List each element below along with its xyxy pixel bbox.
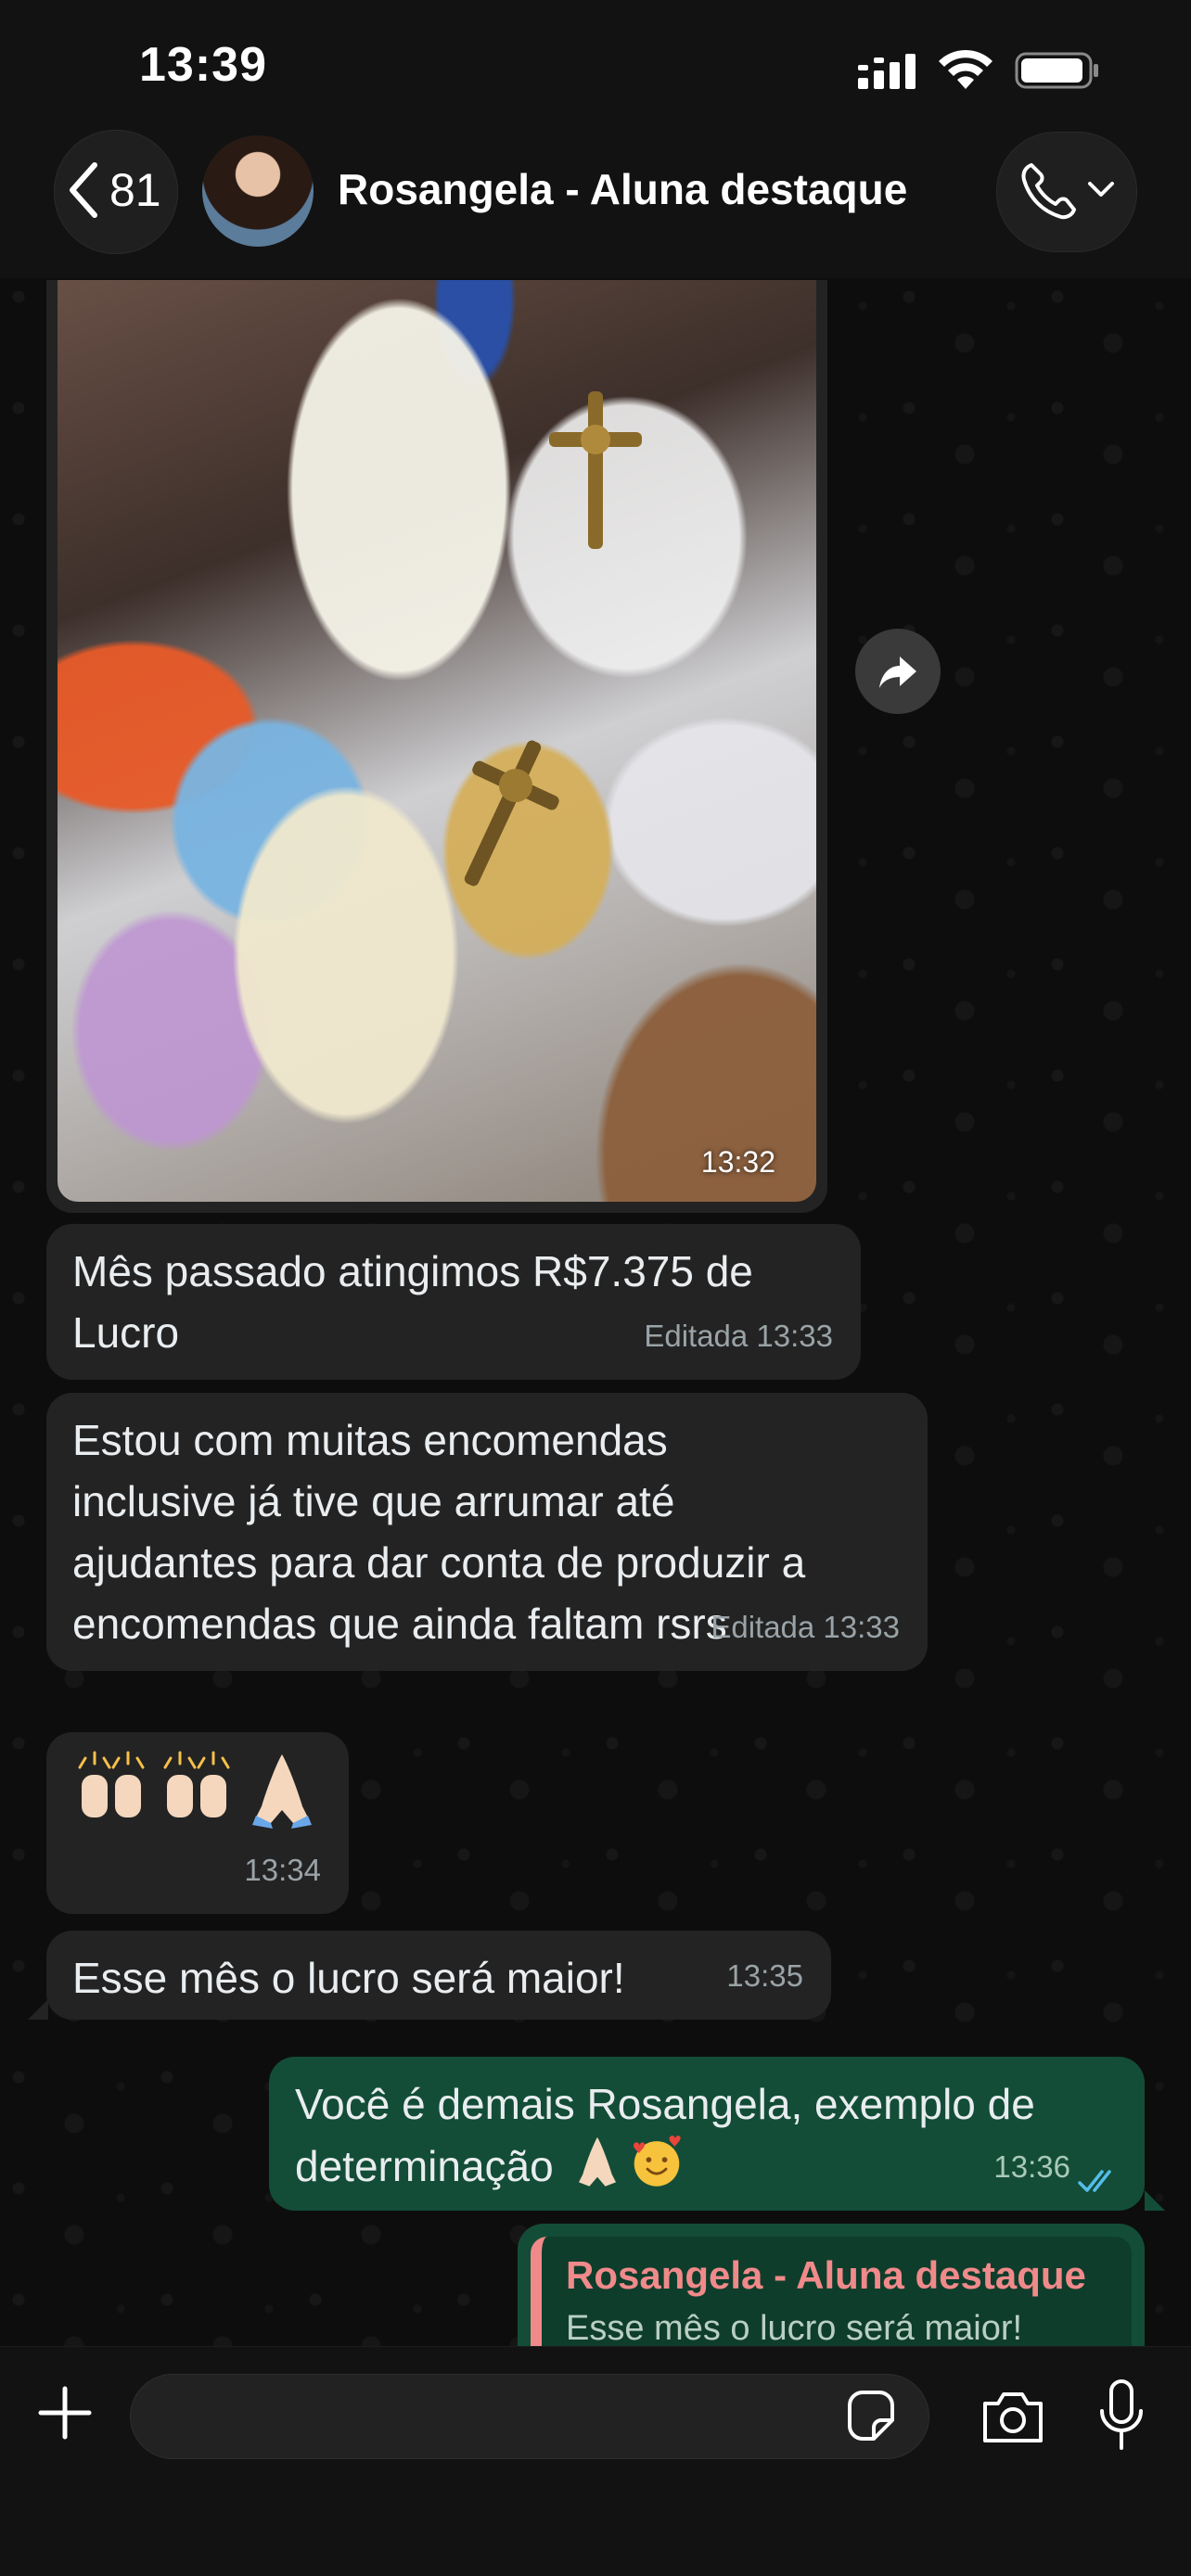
contact-avatar[interactable] [202,135,314,247]
unread-count[interactable]: 81 [109,163,161,217]
bubble-tail [28,1999,48,2020]
chevron-left-icon[interactable] [65,159,102,221]
emoji-message[interactable]: 13:34 [46,1732,349,1914]
forward-icon [879,657,916,688]
message-text-line: Esse mês o lucro será maior! [72,1954,625,2002]
contact-name[interactable]: Rosangela - Aluna destaque [338,164,907,214]
image-timestamp: 13:32 [700,1145,775,1179]
image-message[interactable]: 13:32 [46,280,827,1213]
camera-icon[interactable] [980,2387,1046,2446]
chat-screen: 13:39 81 Rosangela - Aluna destaque 13:3… [0,0,1191,2576]
quote-author: Rosangela - Aluna destaque [566,2253,1086,2297]
message-list[interactable]: 13:32 Mês passado atingimos R$7.375 de L… [0,280,1191,2348]
quoted-message[interactable]: Rosangela - Aluna destaque Esse mês o lu… [531,2237,1132,2348]
message-text-line: ajudantes para dar conta de produzir a [72,1538,806,1587]
cellular-signal-icon [858,54,916,89]
chevron-down-icon[interactable] [1087,178,1115,200]
outgoing-message-bubble[interactable]: Você é demais Rosangela, exemplo de dete… [269,2057,1145,2211]
raising-hands-icon [163,1751,230,1817]
message-meta: 13:35 [726,1958,803,1993]
message-meta: Editada 13:33 [711,1610,900,1644]
photo-beads[interactable]: 13:32 [58,280,816,1202]
message-bubble[interactable]: Mês passado atingimos R$7.375 de Lucro E… [46,1224,861,1380]
bubble-tail [1145,2190,1165,2211]
message-input[interactable] [130,2374,929,2459]
sticker-icon[interactable] [842,2389,900,2446]
message-text: determinação [295,2142,554,2190]
folded-hands-icon [252,1754,312,1829]
message-text-line: Você é demais Rosangela, exemplo de [295,2080,1035,2128]
folded-hands-icon [578,2136,616,2187]
quote-text: Esse mês o lucro será maior! [566,2309,1023,2348]
emoji-row [72,1751,323,1829]
plus-icon[interactable] [35,2383,95,2442]
message-text-line: Mês passado atingimos R$7.375 de [72,1247,753,1295]
reply-message-bubble[interactable]: Rosangela - Aluna destaque Esse mês o lu… [518,2224,1145,2348]
phone-icon[interactable] [1018,159,1080,221]
wifi-icon [939,49,992,89]
crucifix-image [464,740,559,886]
message-meta: Editada 13:33 [644,1319,833,1353]
message-meta: 13:36 [993,2149,1070,2184]
status-bar: 13:39 [0,0,1191,130]
message-text-line: inclusive já tive que arrumar até [72,1477,675,1525]
message-text-line: Estou com muitas encomendas [72,1416,668,1464]
microphone-icon[interactable] [1098,2379,1145,2452]
message-meta: 13:34 [244,1853,321,1887]
crucifix-image [549,391,642,549]
read-receipt-icon [1078,2170,1111,2192]
smiling-face-with-hearts-icon [633,2136,681,2187]
message-bubble[interactable]: Esse mês o lucro será maior! 13:35 [46,1931,831,2020]
status-time: 13:39 [139,38,267,92]
message-bubble[interactable]: Estou com muitas encomendas inclusive já… [46,1393,928,1671]
raising-hands-icon [78,1751,145,1817]
forward-button[interactable] [855,629,941,714]
battery-icon [1015,52,1098,89]
